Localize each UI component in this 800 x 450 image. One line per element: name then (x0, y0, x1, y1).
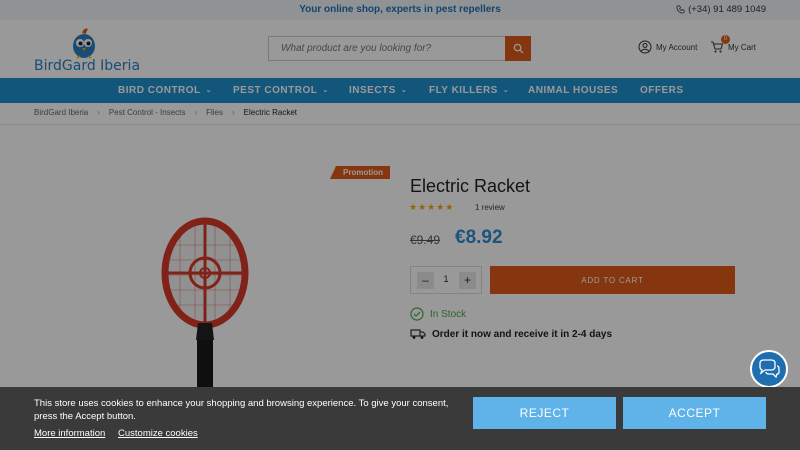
stock-label: In Stock (430, 308, 467, 320)
phone-icon (676, 5, 685, 14)
breadcrumb: BirdGard Iberia › Pest Control - Insects… (34, 108, 297, 117)
breadcrumb-separator: › (97, 108, 100, 117)
phone-number: (+34) 91 489 1049 (688, 4, 766, 15)
breadcrumb-current: Electric Racket (243, 108, 297, 117)
nav-item-label: ANIMAL HOUSES (528, 85, 619, 96)
increase-quantity-button[interactable]: + (459, 272, 476, 289)
my-cart-link[interactable]: 0 My Cart (710, 35, 756, 54)
review-count-link[interactable]: 1 review (475, 203, 505, 212)
truck-icon (410, 329, 426, 339)
search-icon (513, 43, 524, 54)
nav-item-offers[interactable]: OFFERS (640, 85, 684, 96)
quantity-stepper: – 1 + (410, 266, 482, 294)
nav-item-animal-houses[interactable]: ANIMAL HOUSES (528, 85, 618, 96)
chevron-down-icon: ⌄ (400, 87, 408, 94)
old-price: €9.49 (410, 233, 441, 247)
nav-item-label: BIRD CONTROL (118, 85, 201, 96)
search-box (268, 36, 531, 61)
chevron-down-icon: ⌄ (205, 87, 213, 94)
delivery-label: Order it now and receive it in 2-4 days (432, 328, 613, 340)
quantity-input[interactable]: 1 (439, 274, 453, 284)
breadcrumb-link[interactable]: Flies (206, 108, 223, 117)
search-button[interactable] (505, 36, 531, 61)
delivery-info: Order it now and receive it in 2-4 days (410, 328, 612, 340)
add-to-cart-button[interactable]: ADD TO CART (490, 266, 735, 294)
promotion-badge: Promotion (330, 166, 390, 179)
header: BirdGard Iberia My Account 0 My Cart (0, 20, 800, 78)
logo[interactable]: BirdGard Iberia (34, 24, 144, 76)
nav-item-label: INSECTS (349, 85, 396, 96)
nav-item-label: PEST CONTROL (233, 85, 318, 96)
product-title: Electric Racket (410, 176, 531, 196)
breadcrumb-link[interactable]: Pest Control - Insects (109, 108, 185, 117)
decrease-quantity-button[interactable]: – (417, 272, 434, 289)
cart-count-badge: 0 (721, 35, 730, 44)
nav-item-label: OFFERS (640, 85, 684, 96)
sale-price: €8.92 (455, 227, 503, 248)
my-cart-label: My Cart (728, 42, 756, 52)
chevron-down-icon: ⌄ (502, 87, 510, 94)
accept-button[interactable]: ACCEPT (623, 397, 766, 429)
product-image[interactable] (150, 215, 260, 395)
check-circle-icon (410, 307, 424, 321)
top-bar: Your online shop, experts in pest repell… (0, 0, 800, 20)
reject-button[interactable]: REJECT (473, 397, 616, 429)
nav-item-bird-control[interactable]: BIRD CONTROL ⌄ (118, 85, 212, 96)
user-icon (638, 40, 652, 54)
cookie-message: This store uses cookies to enhance your … (34, 398, 449, 422)
cookie-banner: This store uses cookies to enhance your … (0, 387, 800, 450)
more-information-link[interactable]: More information (34, 428, 105, 439)
rating-stars: ★★★★★ (409, 202, 455, 212)
main-nav: BIRD CONTROL ⌄ PEST CONTROL ⌄ INSECTS ⌄ FLY… (0, 78, 800, 103)
nav-item-insects[interactable]: INSECTS ⌄ (349, 85, 407, 96)
divider (0, 124, 800, 125)
nav-item-label: FLY KILLERS (429, 85, 498, 96)
breadcrumb-separator: › (194, 108, 198, 117)
breadcrumb-link[interactable]: BirdGard Iberia (34, 108, 88, 117)
my-account-label: My Account (656, 42, 698, 52)
nav-item-pest-control[interactable]: PEST CONTROL ⌄ (233, 85, 329, 96)
search-input[interactable] (269, 37, 507, 60)
chat-icon (759, 359, 780, 379)
nav-item-fly-killers[interactable]: FLY KILLERS ⌄ (429, 85, 509, 96)
stock-status: In Stock (410, 307, 466, 321)
customize-cookies-link[interactable]: Customize cookies (118, 428, 198, 439)
breadcrumb-separator: › (231, 108, 235, 117)
chevron-down-icon: ⌄ (322, 87, 329, 94)
phone-link[interactable]: (+34) 91 489 1049 (676, 4, 766, 15)
bird-logo-icon (73, 28, 95, 59)
chat-button[interactable] (750, 350, 788, 388)
my-account-link[interactable]: My Account (638, 40, 697, 54)
brand-name: BirdGard Iberia (34, 58, 141, 74)
